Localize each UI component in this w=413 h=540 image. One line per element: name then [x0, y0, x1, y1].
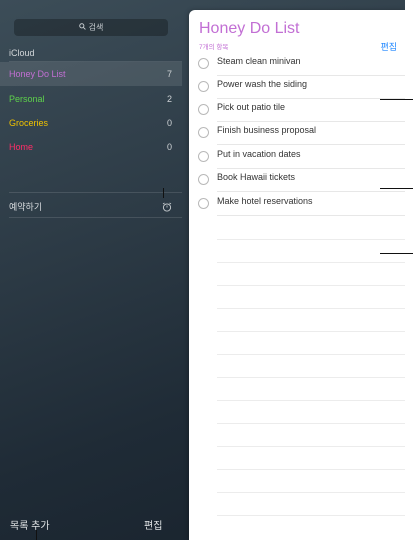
callout-leader — [163, 188, 164, 198]
task-row[interactable]: Power wash the siding — [189, 76, 405, 99]
sidebar-list-home[interactable]: Home 0 — [0, 135, 182, 159]
list-title: Honey Do List — [199, 20, 300, 37]
item-count: 7개의 항목 — [199, 44, 229, 51]
empty-row-line — [217, 446, 405, 447]
sidebar: 검색 iCloud Honey Do List 7 Personal 2 Gro… — [0, 0, 182, 540]
task-text: Steam clean minivan — [217, 56, 301, 66]
scheduled-list[interactable]: 예약하기 — [9, 200, 42, 213]
empty-row-line — [217, 308, 405, 309]
checkbox-circle-icon[interactable] — [198, 81, 209, 92]
task-row[interactable]: Put in vacation dates — [189, 146, 405, 169]
callout-leader — [380, 253, 413, 254]
empty-row-line — [217, 354, 405, 355]
task-text: Power wash the siding — [217, 79, 308, 89]
empty-row-line — [217, 285, 405, 286]
list-name: Personal — [9, 94, 45, 104]
empty-row-line — [217, 492, 405, 493]
panel-edit-button[interactable]: 편집 — [380, 40, 397, 53]
task-text: Book Hawaii tickets — [217, 172, 296, 182]
row-separator — [217, 144, 405, 145]
task-row[interactable]: Finish business proposal — [189, 122, 405, 145]
empty-row-line — [217, 331, 405, 332]
search-bar[interactable]: 검색 — [14, 19, 168, 36]
sidebar-list-honey-do[interactable]: Honey Do List 7 — [0, 62, 182, 86]
task-text: Make hotel reservations — [217, 196, 313, 206]
callout-leader — [380, 99, 413, 100]
divider — [9, 217, 182, 218]
task-row[interactable]: Pick out patio tile — [189, 99, 405, 122]
list-name: Groceries — [9, 118, 49, 128]
task-text: Put in vacation dates — [217, 149, 301, 159]
empty-row-line — [217, 400, 405, 401]
list-name: Honey Do List — [9, 69, 66, 79]
search-label: 검색 — [88, 23, 104, 32]
sidebar-list-personal[interactable]: Personal 2 — [0, 87, 182, 111]
add-list-button[interactable]: 목록 추가 — [10, 517, 50, 532]
account-header: iCloud — [9, 48, 35, 58]
empty-row-line — [217, 239, 405, 240]
list-count: 0 — [166, 142, 172, 152]
checkbox-circle-icon[interactable] — [198, 127, 209, 138]
row-separator — [217, 215, 405, 216]
task-text: Pick out patio tile — [217, 102, 286, 112]
divider — [9, 192, 182, 193]
list-count: 7 — [166, 69, 172, 79]
sidebar-list-groceries[interactable]: Groceries 0 — [0, 111, 182, 135]
search-icon — [78, 19, 86, 36]
list-name: Home — [9, 142, 34, 152]
empty-row-line — [217, 377, 405, 378]
sidebar-edit-button[interactable]: 편집 — [144, 517, 162, 532]
task-row[interactable]: Steam clean minivan — [189, 53, 405, 76]
checkbox-circle-icon[interactable] — [198, 104, 209, 115]
checkbox-circle-icon[interactable] — [198, 198, 209, 209]
empty-row-line — [217, 515, 405, 516]
task-row[interactable]: Make hotel reservations — [189, 193, 405, 216]
row-separator — [217, 191, 405, 192]
alarm-clock-icon — [162, 199, 172, 212]
empty-row-line — [217, 262, 405, 263]
empty-row-line — [217, 423, 405, 424]
list-panel: Honey Do List 7개의 항목 편집 Steam clean mini… — [189, 10, 405, 540]
checkbox-circle-icon[interactable] — [198, 174, 209, 185]
list-count: 2 — [166, 94, 172, 104]
app-frame: 검색 iCloud Honey Do List 7 Personal 2 Gro… — [0, 0, 405, 540]
callout-leader — [36, 530, 37, 540]
checkbox-circle-icon[interactable] — [198, 151, 209, 162]
checkbox-circle-icon[interactable] — [198, 58, 209, 69]
empty-row-line — [217, 469, 405, 470]
task-text: Finish business proposal — [217, 125, 317, 135]
list-count: 0 — [166, 118, 172, 128]
